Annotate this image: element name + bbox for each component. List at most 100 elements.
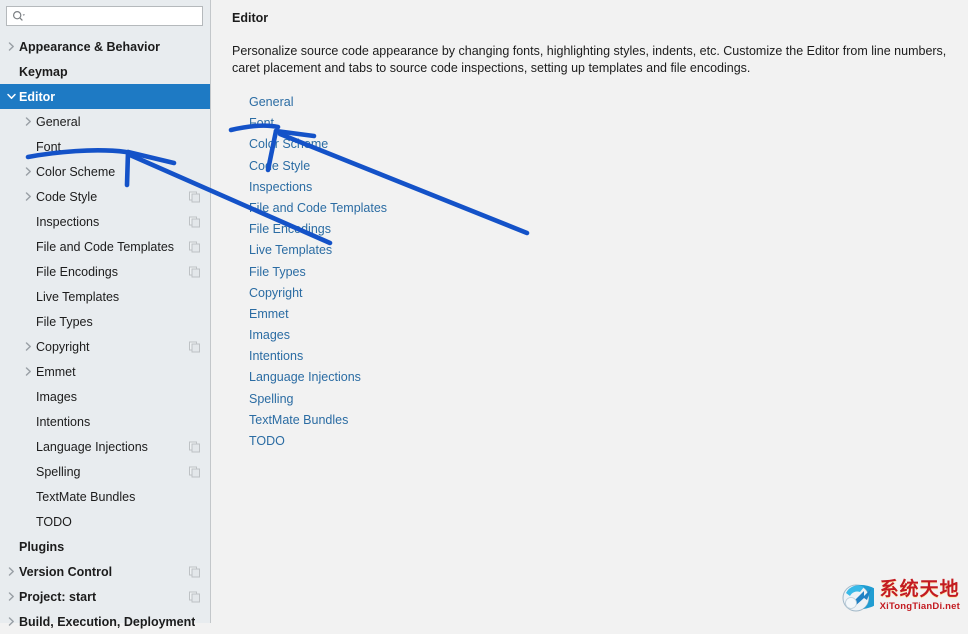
search-input[interactable] [25,8,202,24]
settings-sidebar: Appearance & Behavior Keymap Editor General… [0,0,211,629]
sidebar-item-label: TODO [36,514,72,529]
list-item: Live Templates [249,239,954,260]
sidebar-item-label: File Encodings [36,264,118,279]
editor-link-file-types[interactable]: File Types [249,265,306,279]
sidebar-item-spelling[interactable]: Spelling [0,459,210,484]
sidebar-item-label: Font [36,139,62,154]
sidebar-item-version-control[interactable]: Version Control [0,559,210,584]
editor-link-live-templates[interactable]: Live Templates [249,243,332,257]
sidebar-item-copyright[interactable]: Copyright [0,334,210,359]
list-item: General [249,91,954,112]
sidebar-item-file-and-code-templates[interactable]: File and Code Templates [0,234,210,259]
editor-link-textmate-bundles[interactable]: TextMate Bundles [249,413,348,427]
editor-link-todo[interactable]: TODO [249,434,285,448]
sidebar-item-label: Spelling [36,464,81,479]
sidebar-item-label: Appearance & Behavior [19,39,161,54]
sidebar-item-live-templates[interactable]: Live Templates [0,284,210,309]
copy-settings-icon[interactable] [189,216,200,227]
list-item: Color Scheme [249,133,954,154]
copy-settings-icon[interactable] [189,466,200,477]
copy-settings-icon[interactable] [189,241,200,252]
copy-settings-icon[interactable] [189,566,200,577]
editor-link-code-style[interactable]: Code Style [249,159,310,173]
editor-link-color-scheme[interactable]: Color Scheme [249,137,328,151]
settings-tree: Appearance & Behavior Keymap Editor General… [0,34,210,634]
chevron-right-icon[interactable] [21,164,36,179]
sidebar-item-color-scheme[interactable]: Color Scheme [0,159,210,184]
sidebar-item-font[interactable]: Font [0,134,210,159]
sidebar-item-editor[interactable]: Editor [0,84,210,109]
editor-link-inspections[interactable]: Inspections [249,180,312,194]
editor-link-spelling[interactable]: Spelling [249,392,293,406]
sidebar-item-plugins[interactable]: Plugins [0,534,210,559]
editor-link-copyright[interactable]: Copyright [249,286,303,300]
watermark-globe-icon [842,584,874,612]
sidebar-item-keymap[interactable]: Keymap [0,59,210,84]
chevron-right-icon[interactable] [4,614,19,629]
sidebar-item-code-style[interactable]: Code Style [0,184,210,209]
chevron-right-icon[interactable] [21,114,36,129]
list-item: Language Injections [249,366,954,387]
sidebar-item-intentions[interactable]: Intentions [0,409,210,434]
editor-link-intentions[interactable]: Intentions [249,349,303,363]
sidebar-item-emmet[interactable]: Emmet [0,359,210,384]
editor-link-emmet[interactable]: Emmet [249,307,289,321]
list-item: TODO [249,430,954,451]
chevron-right-icon[interactable] [4,564,19,579]
list-item: TextMate Bundles [249,409,954,430]
watermark-chinese: 系统天地 [879,578,960,601]
search-box[interactable] [6,6,203,26]
editor-link-general[interactable]: General [249,95,293,109]
sidebar-item-general[interactable]: General [0,109,210,134]
sidebar-item-label: Color Scheme [36,164,116,179]
settings-dialog: Appearance & Behavior Keymap Editor General… [0,0,968,629]
chevron-right-icon[interactable] [4,589,19,604]
sidebar-item-label: Plugins [19,539,65,554]
watermark-text: 系统天地 XiTongTianDi.net [880,580,960,612]
search-icon [12,10,25,23]
chevron-right-icon[interactable] [21,189,36,204]
copy-settings-icon[interactable] [189,191,200,202]
copy-settings-icon[interactable] [189,266,200,277]
sidebar-item-textmate-bundles[interactable]: TextMate Bundles [0,484,210,509]
sidebar-item-images[interactable]: Images [0,384,210,409]
sidebar-item-language-injections[interactable]: Language Injections [0,434,210,459]
copy-settings-icon[interactable] [189,341,200,352]
search-container [0,0,210,26]
sidebar-item-appearance-behavior[interactable]: Appearance & Behavior [0,34,210,59]
sidebar-item-file-encodings[interactable]: File Encodings [0,259,210,284]
editor-link-language-injections[interactable]: Language Injections [249,370,361,384]
editor-link-file-and-code-templates[interactable]: File and Code Templates [249,201,387,215]
list-item: Copyright [249,282,954,303]
copy-settings-icon[interactable] [189,591,200,602]
copy-settings-icon[interactable] [189,441,200,452]
sidebar-item-label: Images [36,389,77,404]
sidebar-item-project-start[interactable]: Project: start [0,584,210,609]
sidebar-item-file-types[interactable]: File Types [0,309,210,334]
list-item: Code Style [249,155,954,176]
chevron-right-icon[interactable] [21,339,36,354]
editor-link-font[interactable]: Font [249,116,274,130]
sidebar-item-label: Editor [19,89,56,104]
page-description: Personalize source code appearance by ch… [232,44,947,75]
sidebar-item-todo[interactable]: TODO [0,509,210,534]
sidebar-item-inspections[interactable]: Inspections [0,209,210,234]
chevron-right-icon[interactable] [4,39,19,54]
sidebar-item-build-execution-deployment[interactable]: Build, Execution, Deployment [0,609,210,634]
chevron-down-icon[interactable] [4,89,19,104]
watermark-latin: XiTongTianDi.net [879,601,960,613]
editor-link-images[interactable]: Images [249,328,290,342]
watermark: 系统天地 XiTongTianDi.net [840,579,960,613]
page-title: Editor [232,11,269,25]
chevron-right-icon[interactable] [21,364,36,379]
list-item: Intentions [249,345,954,366]
editor-link-file-encodings[interactable]: File Encodings [249,222,331,236]
